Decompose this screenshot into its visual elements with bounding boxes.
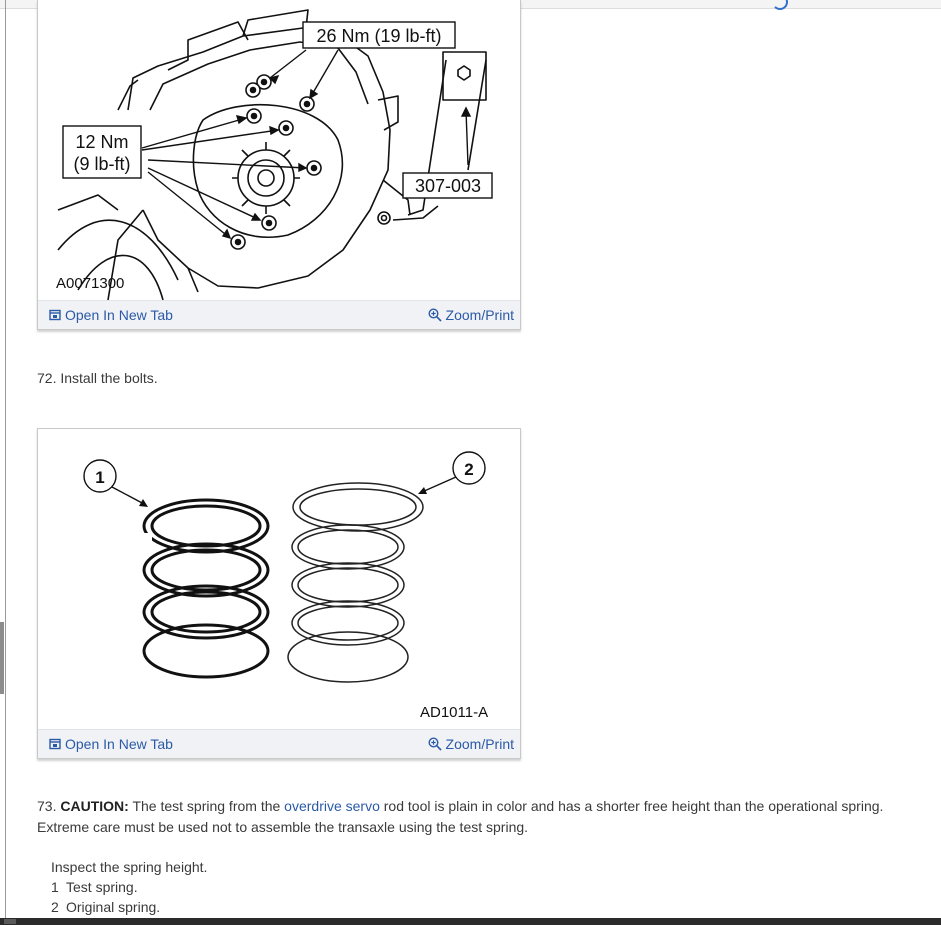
open-in-new-tab-link[interactable]: Open In New Tab [49, 307, 173, 323]
figure-id: A0071300 [56, 275, 124, 292]
zoom-print-link[interactable]: Zoom/Print [428, 736, 514, 752]
step-72-text: 72. Install the bolts. [37, 370, 158, 386]
open-in-new-tab-label: Open In New Tab [65, 736, 173, 752]
zoom-print-link[interactable]: Zoom/Print [428, 307, 514, 323]
horizontal-scrollbar[interactable] [0, 918, 941, 925]
zoom-in-icon [428, 308, 442, 322]
figure-toolbar: Open In New Tab Zoom/Print [38, 300, 520, 329]
step-number: 73. [37, 798, 57, 814]
transaxle-bolt-diagram: 26 Nm (19 lb-ft) 12 Nm (9 lb-ft) 307-003… [56, 9, 493, 300]
open-in-new-tab-label: Open In New Tab [65, 307, 173, 323]
legend-label: Original spring. [66, 899, 161, 915]
open-in-new-tab-icon [49, 309, 61, 321]
figure-toolbar: Open In New Tab Zoom/Print [38, 729, 520, 758]
instruction-text: Inspect the spring height. [51, 859, 208, 875]
caution-text-start: The test spring from the [132, 798, 281, 814]
loading-icon [772, 0, 788, 10]
caution-label: CAUTION: [60, 798, 129, 814]
spring-diagram: 1 2 AD1011-A [83, 451, 488, 721]
open-in-new-tab-icon [49, 738, 61, 750]
legend-item: 2 Original spring. [51, 897, 207, 917]
callout-1: 1 [95, 468, 104, 487]
legend-number: 2 [51, 899, 59, 915]
legend-item: 1 Test spring. [51, 877, 207, 897]
scrollbar-thumb[interactable] [4, 919, 16, 924]
legend-number: 1 [51, 879, 59, 895]
zoom-in-icon [428, 737, 442, 751]
figure-torque-diagram: 26 Nm (19 lb-ft) 12 Nm (9 lb-ft) 307-003… [37, 0, 521, 330]
figure-id: AD1011-A [420, 704, 488, 721]
side-scroll-tab[interactable] [0, 622, 4, 694]
torque-callout-small-line2: (9 lb-ft) [73, 154, 130, 174]
open-in-new-tab-link[interactable]: Open In New Tab [49, 736, 173, 752]
tool-callout: 307-003 [415, 176, 481, 196]
step-73-caution: 73. CAUTION: The test spring from the ov… [37, 796, 917, 838]
zoom-print-label: Zoom/Print [445, 307, 514, 323]
callout-2: 2 [464, 460, 473, 479]
legend-label: Test spring. [66, 879, 138, 895]
step-73-details: Inspect the spring height. 1 Test spring.… [51, 857, 207, 917]
overdrive-servo-link[interactable]: overdrive servo [284, 798, 380, 814]
torque-callout-large: 26 Nm (19 lb-ft) [316, 26, 441, 46]
left-border [5, 0, 6, 918]
zoom-print-label: Zoom/Print [445, 736, 514, 752]
figure-spring-comparison: 1 2 AD1011-A Open In New Tab Zoom/Print [37, 428, 521, 759]
torque-callout-small-line1: 12 Nm [75, 132, 128, 152]
